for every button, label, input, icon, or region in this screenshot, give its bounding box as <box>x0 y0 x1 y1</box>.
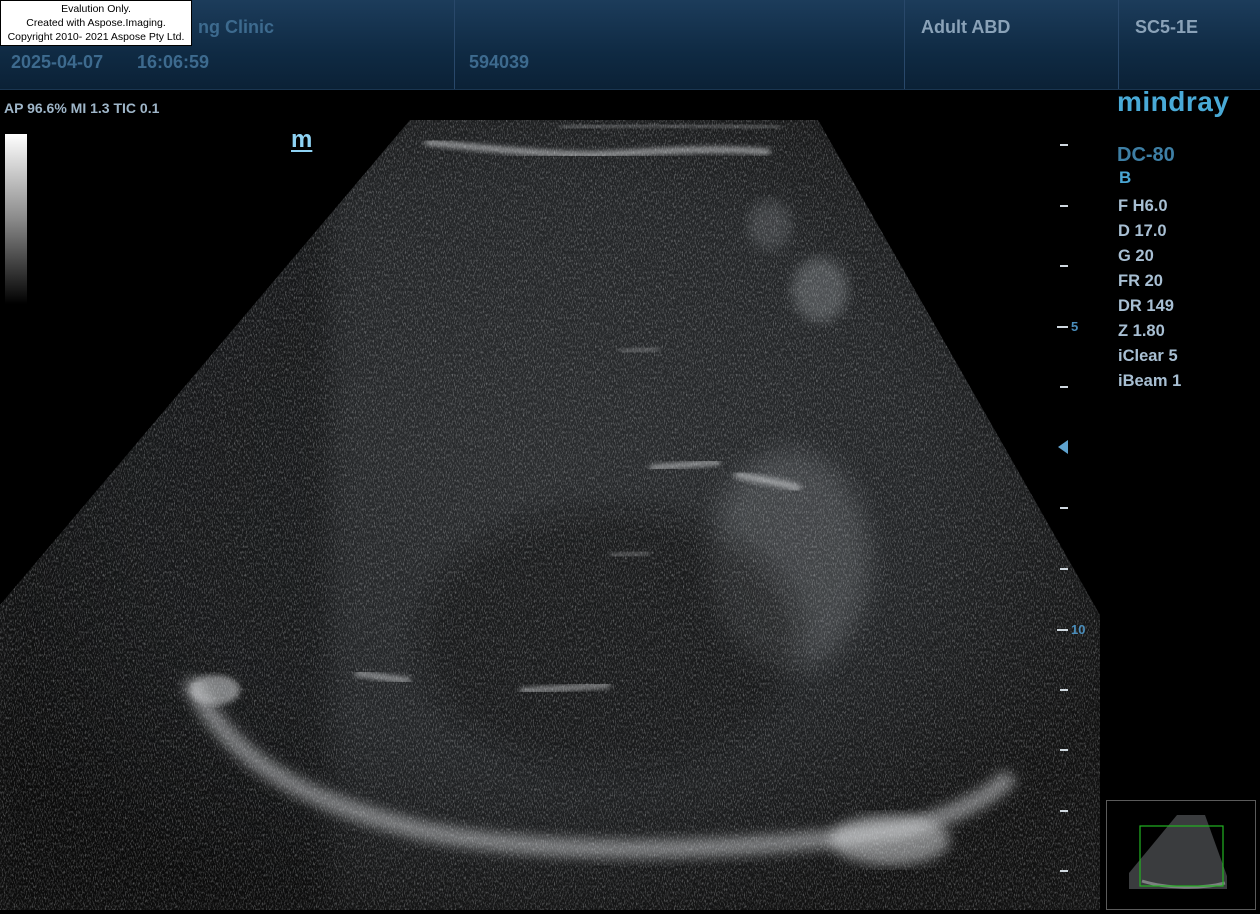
imaging-mode: B <box>1119 168 1132 187</box>
focus-pointer-icon[interactable] <box>1058 440 1068 454</box>
parameter-item: FR 20 <box>1118 272 1163 290</box>
grayscale-bar <box>5 134 27 304</box>
parameter-item: D 17.0 <box>1118 222 1167 240</box>
system-model: DC-80 <box>1117 144 1175 166</box>
depth-tick <box>1060 689 1068 691</box>
depth-tick <box>1060 386 1068 388</box>
parameter-item: DR 149 <box>1118 297 1174 315</box>
ultrasound-image <box>0 120 1100 910</box>
thumbnail-preview[interactable] <box>1106 800 1256 910</box>
probe-name: SC5-1E <box>1135 17 1199 37</box>
depth-tick <box>1060 144 1068 146</box>
depth-tick <box>1060 568 1068 570</box>
depth-tick <box>1060 507 1068 509</box>
depth-tick <box>1060 810 1068 812</box>
parameter-item: iBeam 1 <box>1118 372 1182 390</box>
depth-tick <box>1060 265 1068 267</box>
evaluation-watermark: Evalution Only. Created with Aspose.Imag… <box>0 0 192 46</box>
parameter-item: iClear 5 <box>1118 347 1178 365</box>
depth-tick <box>1060 870 1068 872</box>
parameter-item: G 20 <box>1118 247 1154 265</box>
watermark-line: Copyright 2010- 2021 Aspose Pty Ltd. <box>7 31 185 43</box>
acoustic-power-readout: AP 96.6% MI 1.3 TIC 0.1 <box>4 100 160 116</box>
orientation-marker: m <box>291 126 313 153</box>
sector-fan <box>0 120 1100 910</box>
header-divider <box>1118 0 1119 89</box>
thumbnail-image <box>1129 815 1227 889</box>
depth-tick <box>1060 749 1068 751</box>
depth-tick <box>1060 205 1068 207</box>
depth-tick <box>1057 326 1068 328</box>
depth-label: 10 <box>1071 622 1086 637</box>
parameter-item: F H6.0 <box>1118 197 1168 215</box>
brand-logo: mindray <box>1117 86 1230 117</box>
depth-tick <box>1057 629 1068 631</box>
watermark-line: Created with Aspose.Imaging. <box>26 17 166 29</box>
watermark-line: Evalution Only. <box>61 3 131 15</box>
depth-label: 5 <box>1071 319 1079 334</box>
imaging-parameters: F H6.0 D 17.0 G 20 FR 20 DR 149 Z 1.80 i… <box>1118 196 1181 396</box>
parameter-item: Z 1.80 <box>1118 322 1165 340</box>
